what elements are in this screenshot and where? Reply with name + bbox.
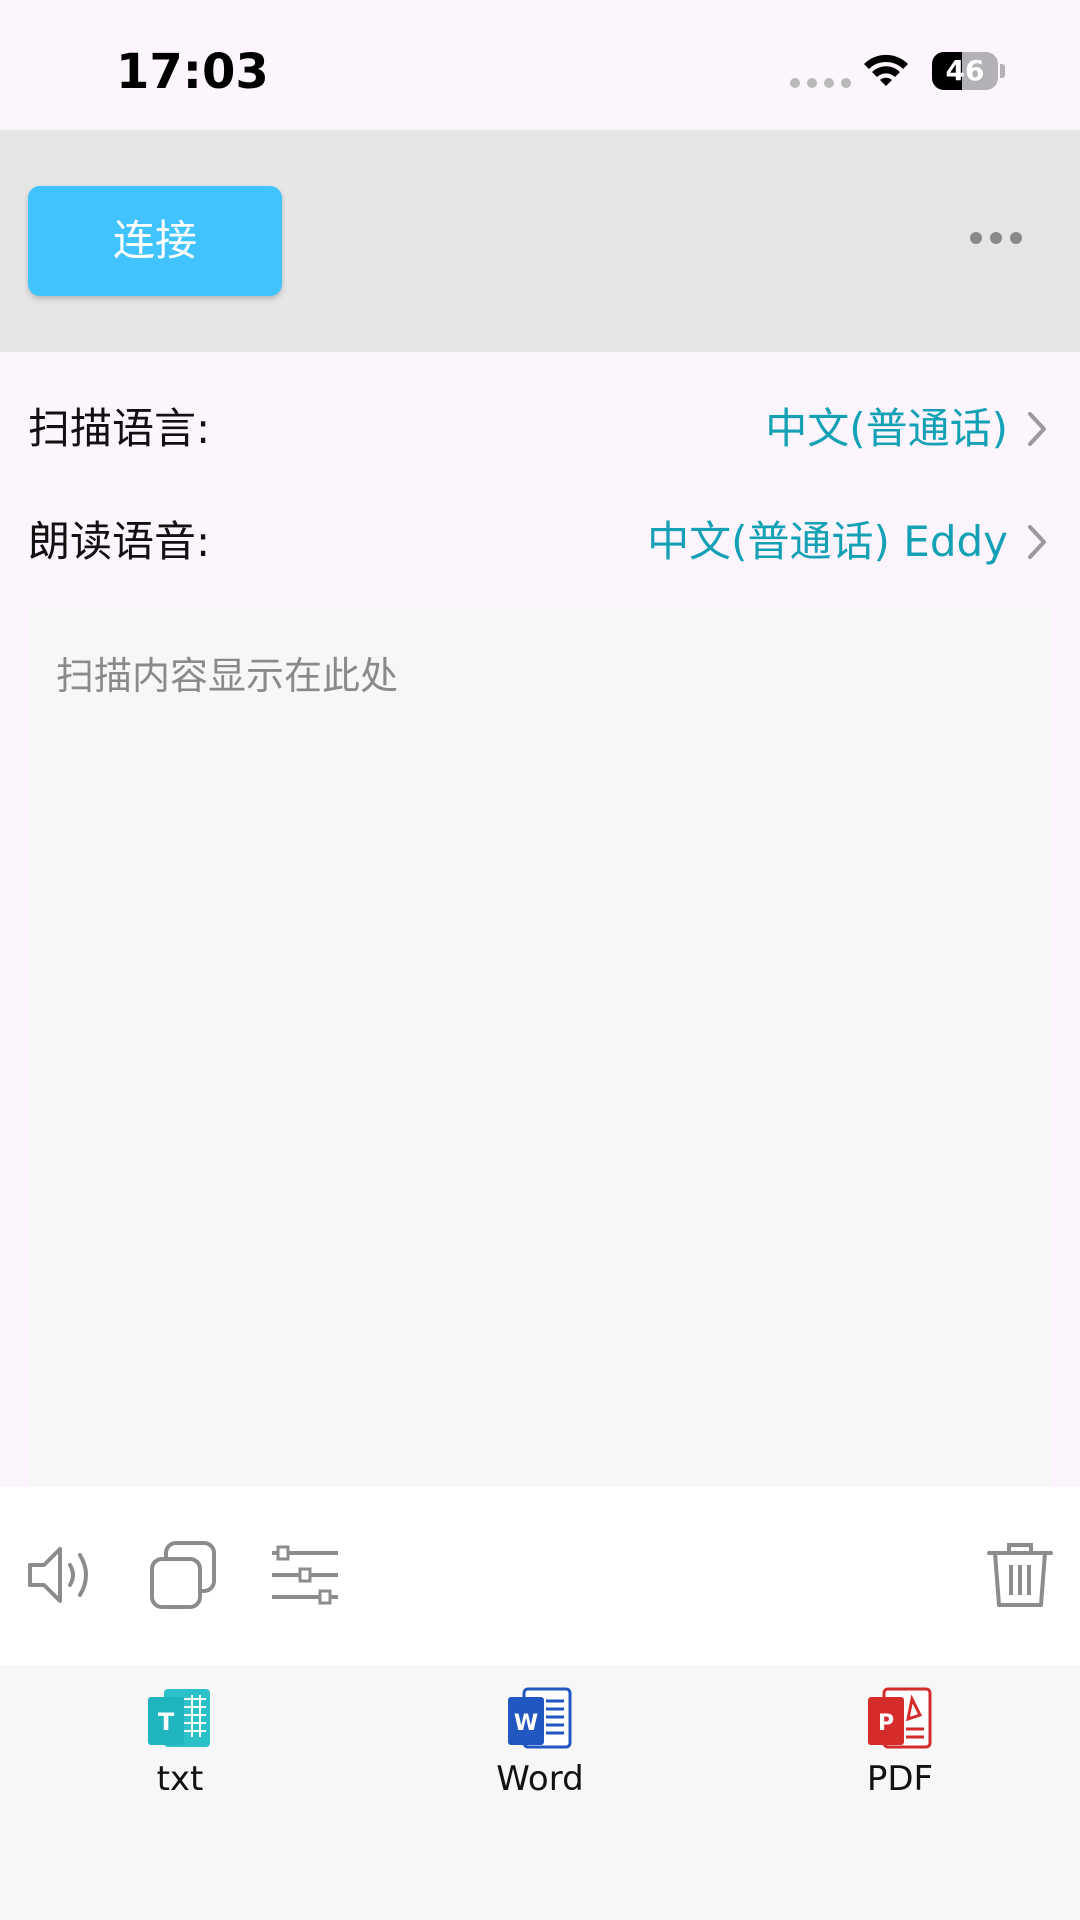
export-word-label: Word <box>496 1759 584 1799</box>
txt-file-icon: T <box>148 1689 210 1747</box>
pdf-file-icon: P <box>868 1687 932 1749</box>
export-pdf-button[interactable]: P PDF <box>820 1685 980 1825</box>
word-file-icon: W <box>508 1687 572 1749</box>
scan-content-area[interactable]: 扫描内容显示在此处 <box>28 607 1052 1487</box>
export-pdf-label: PDF <box>866 1759 934 1799</box>
svg-text:W: W <box>514 1711 538 1736</box>
wifi-icon <box>864 54 908 86</box>
status-time: 17:03 <box>116 44 269 100</box>
svg-text:P: P <box>878 1711 894 1736</box>
copy-icon[interactable] <box>148 1539 218 1611</box>
ellipsis-icon[interactable] <box>970 232 1022 244</box>
trash-icon[interactable] <box>985 1539 1055 1611</box>
status-bar: 17:03 46 <box>0 0 1080 130</box>
read-voice-label: 朗读语音: <box>28 517 211 566</box>
battery-icon: 46 <box>932 52 1005 90</box>
action-bar <box>0 1487 1080 1665</box>
export-txt-button[interactable]: T txt <box>100 1685 260 1825</box>
export-bar: T txt W Word P PDF <box>0 1665 1080 1920</box>
chevron-right-icon[interactable] <box>1022 507 1052 577</box>
scan-language-label: 扫描语言: <box>28 404 211 453</box>
connect-button[interactable]: 连接 <box>28 186 282 296</box>
cellular-signal-icon <box>790 78 851 88</box>
scan-language-value[interactable]: 中文(普通话) <box>765 394 1008 464</box>
export-txt-label: txt <box>156 1759 204 1799</box>
read-voice-value[interactable]: 中文(普通话) Eddy <box>647 507 1008 577</box>
sliders-icon[interactable] <box>270 1539 340 1611</box>
read-voice-row[interactable]: 朗读语音: 中文(普通话) Eddy <box>28 507 1052 577</box>
speaker-icon[interactable] <box>26 1539 96 1611</box>
svg-text:T: T <box>158 1708 175 1736</box>
scan-language-row[interactable]: 扫描语言: 中文(普通话) <box>28 394 1052 464</box>
chevron-right-icon[interactable] <box>1022 394 1052 464</box>
battery-level: 46 <box>945 54 985 87</box>
top-toolbar: 连接 <box>0 130 1080 352</box>
scan-placeholder: 扫描内容显示在此处 <box>56 654 399 698</box>
export-word-button[interactable]: W Word <box>460 1685 620 1825</box>
